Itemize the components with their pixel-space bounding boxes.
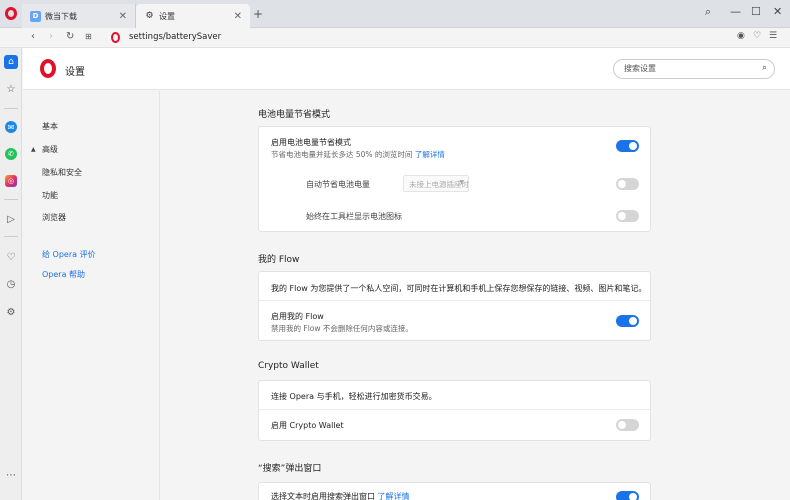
opera-help-link[interactable]: Opera 帮助 <box>42 269 85 280</box>
sidebar: ⌂ ☆ ✉ ✆ ◎ ▷ ♡ ◷ ⚙ ⋯ <box>0 48 22 500</box>
nav-advanced[interactable]: 高级 <box>42 144 58 155</box>
tab-label: 设置 <box>159 11 175 21</box>
heart-icon[interactable]: ♡ <box>4 250 18 264</box>
opera-page-icon <box>111 32 120 43</box>
flow-enable-toggle[interactable] <box>616 315 639 327</box>
search-popup-enable-label: 选择文本时启用搜索弹出窗口 <box>271 492 375 500</box>
divider <box>259 409 650 410</box>
minimize-icon[interactable]: — <box>730 5 741 18</box>
easy-setup-icon[interactable]: ☰ <box>769 31 777 41</box>
star-icon[interactable]: ☆ <box>4 82 18 96</box>
crypto-section-title: Crypto Wallet <box>258 361 319 371</box>
battery-learn-more-link[interactable]: 了解详情 <box>415 150 445 159</box>
opera-logo-icon <box>40 59 56 78</box>
battery-auto-select[interactable]: 未接上电源插座时 ▼ <box>403 175 469 192</box>
flow-description: 我的 Flow 为您提供了一个私人空间，可同时在计算机和手机上保存您想保存的链接… <box>271 284 647 293</box>
tab-label: 微当下载 <box>45 11 77 21</box>
camera-snapshot-icon[interactable]: ◉ <box>737 31 745 41</box>
history-clock-icon[interactable]: ◷ <box>4 277 18 291</box>
search-popup-section-title: “搜索”弹出窗口 <box>258 464 322 474</box>
flow-enable-desc: 禁用我的 Flow 不会删除任何内容或连接。 <box>271 324 413 333</box>
battery-auto-label: 自动节省电池电量 <box>306 180 370 189</box>
battery-auto-toggle[interactable] <box>616 178 639 190</box>
chevron-down-icon: ▼ <box>459 179 464 186</box>
speed-dial-grid-icon[interactable]: ⊞ <box>85 32 92 41</box>
more-icon[interactable]: ⋯ <box>4 468 18 482</box>
sidebar-divider <box>4 236 18 237</box>
settings-nav: 基本 ▲ 高级 隐私和安全 功能 浏览器 给 Opera 评价 Opera 帮助 <box>23 91 160 500</box>
back-icon[interactable]: ‹ <box>31 31 35 42</box>
search-input[interactable] <box>624 64 754 73</box>
messenger-icon[interactable]: ✉ <box>5 121 17 133</box>
sidebar-divider <box>4 108 18 109</box>
send-icon[interactable]: ▷ <box>4 212 18 226</box>
maximize-icon[interactable]: ☐ <box>751 5 761 18</box>
battery-enable-toggle[interactable] <box>616 140 639 152</box>
divider <box>259 300 650 301</box>
url-field[interactable]: settings/batterySaver <box>129 32 221 42</box>
tab-settings[interactable]: ⚙ 设置 ✕ <box>136 4 250 28</box>
page-title: 设置 <box>65 67 85 78</box>
nav-browser[interactable]: 浏览器 <box>42 212 66 223</box>
crypto-enable-toggle[interactable] <box>616 419 639 431</box>
battery-enable-desc: 节省电池电量并延长多达 50% 的浏览时间 <box>271 150 413 159</box>
forward-icon[interactable]: › <box>49 31 53 42</box>
search-tabs-icon[interactable]: ⌕ <box>705 5 711 19</box>
site-favicon-icon: D <box>30 10 41 22</box>
search-popup-learn-more-link[interactable]: 了解详情 <box>378 492 410 500</box>
collapse-caret-icon[interactable]: ▲ <box>31 146 36 153</box>
home-icon[interactable]: ⌂ <box>4 55 18 69</box>
nav-features[interactable]: 功能 <box>42 190 58 201</box>
search-icon[interactable]: ⌕ <box>762 63 767 73</box>
sidebar-divider <box>4 199 18 200</box>
settings-header: 设置 ⌕ <box>23 48 790 90</box>
whatsapp-icon[interactable]: ✆ <box>5 148 17 160</box>
close-tab-icon[interactable]: ✕ <box>119 11 127 22</box>
close-window-icon[interactable]: ✕ <box>773 5 782 18</box>
battery-icon-toggle[interactable] <box>616 210 639 222</box>
crypto-enable-label: 启用 Crypto Wallet <box>271 421 344 430</box>
search-popup-card: 选择文本时启用搜索弹出窗口 了解详情 <box>258 482 651 500</box>
opera-menu-icon[interactable] <box>5 7 17 20</box>
reload-icon[interactable]: ↻ <box>66 31 74 42</box>
address-bar: ‹ › ↻ ⊞ settings/batterySaver ◉ ♡ ☰ <box>0 28 790 48</box>
flow-section-title: 我的 Flow <box>258 255 300 265</box>
rate-opera-link[interactable]: 给 Opera 评价 <box>42 249 96 260</box>
settings-gear-icon[interactable]: ⚙ <box>4 305 18 319</box>
search-popup-toggle[interactable] <box>616 491 639 500</box>
search-settings-box[interactable]: ⌕ <box>613 59 775 79</box>
heart-bookmark-icon[interactable]: ♡ <box>753 31 761 41</box>
tab-weidown[interactable]: D 微当下载 ✕ <box>22 4 136 28</box>
battery-card: 启用电池电量节省模式 节省电池电量并延长多达 50% 的浏览时间 了解详情 自动… <box>258 126 651 232</box>
instagram-icon[interactable]: ◎ <box>5 175 17 187</box>
gear-icon: ⚙ <box>145 11 154 21</box>
nav-basic[interactable]: 基本 <box>42 121 58 132</box>
crypto-description: 连接 Opera 与手机，轻松进行加密货币交易。 <box>271 392 437 401</box>
close-tab-icon[interactable]: ✕ <box>234 11 242 22</box>
battery-section-title: 电池电量节省模式 <box>258 110 331 120</box>
settings-content: 电池电量节省模式 启用电池电量节省模式 节省电池电量并延长多达 50% 的浏览时… <box>161 91 790 500</box>
flow-card: 我的 Flow 为您提供了一个私人空间，可同时在计算机和手机上保存您想保存的链接… <box>258 271 651 341</box>
new-tab-button[interactable]: + <box>253 7 263 21</box>
crypto-card: 连接 Opera 与手机，轻松进行加密货币交易。 启用 Crypto Walle… <box>258 380 651 441</box>
battery-icon-label: 始终在工具栏显示电池图标 <box>306 212 402 221</box>
battery-enable-label: 启用电池电量节省模式 <box>271 138 351 147</box>
nav-privacy[interactable]: 隐私和安全 <box>42 167 82 178</box>
tab-strip: D 微当下载 ✕ ⚙ 设置 ✕ + ⌕ — ☐ ✕ <box>0 0 790 28</box>
flow-enable-label: 启用我的 Flow <box>271 312 324 321</box>
